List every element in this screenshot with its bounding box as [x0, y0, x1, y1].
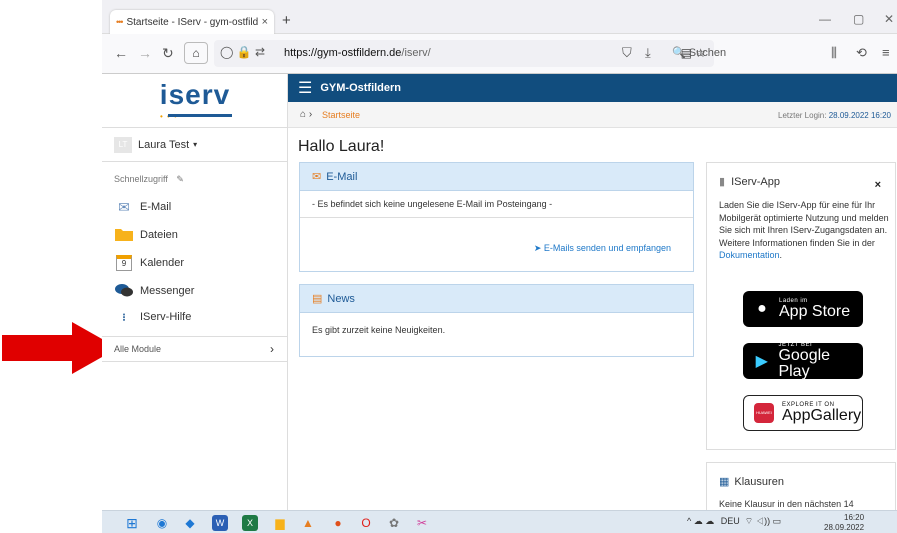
apple-icon: ●	[757, 300, 767, 317]
exams-text: Keine Klausur in den nächsten 14	[719, 499, 854, 509]
browser-tab[interactable]: ••• Startseite - IServ - gym-ostfilde ×	[110, 10, 274, 34]
sidebar-item-help[interactable]: ⁝ IServ-Hilfe	[114, 308, 284, 326]
news-icon: ▤	[312, 293, 323, 305]
news-panel: ▤ News Es gibt zurzeit keine Neuigkeiten…	[299, 284, 694, 357]
annotation-arrow	[2, 322, 118, 374]
forward-icon[interactable]: →	[138, 45, 152, 61]
minimize-icon[interactable]: —	[819, 12, 831, 26]
file-explorer-icon[interactable]: ▆	[272, 515, 288, 531]
mail-icon: ✉	[312, 171, 322, 183]
exams-title: ▦ Klausuren	[719, 476, 784, 488]
calendar-icon: ▦	[719, 476, 730, 488]
shield-lock-icon: ◯ 🔒 ⇄	[220, 45, 266, 59]
iserv-app-box: ▮ IServ-App × Laden Sie die IServ-App für…	[706, 162, 896, 450]
library-icon[interactable]: ⫼	[831, 45, 837, 61]
back-icon[interactable]: ←	[114, 45, 128, 61]
address-bar[interactable]: ◯ 🔒 ⇄ https://gym-ostfildern.de/iserv/ ▤…	[214, 40, 714, 67]
phone-icon: ▮	[719, 176, 726, 188]
calendar-icon: 9	[114, 255, 134, 271]
email-panel: ✉ E-Mail - Es befindet sich keine ungele…	[299, 162, 694, 272]
page-title: Hallo Laura!	[298, 138, 385, 155]
settings-icon[interactable]: ✿	[386, 515, 402, 531]
maximize-icon[interactable]: ▢	[853, 12, 864, 26]
tab-title: Startseite - IServ - gym-ostfilde	[126, 16, 258, 28]
mail-icon: ✉	[118, 198, 130, 215]
sidebar: iserv • • • LT Laura Test ▾ Schnellzugri…	[102, 74, 288, 510]
snipping-tool-icon[interactable]: ✂	[414, 515, 430, 531]
clock[interactable]: 16:20 28.09.2022	[824, 513, 864, 533]
download-icon[interactable]: ⤓	[645, 45, 651, 61]
menu-icon[interactable]: ≡	[882, 45, 890, 60]
send-icon: ➤	[533, 243, 544, 253]
home-icon[interactable]: ⌂	[184, 42, 208, 64]
excel-icon[interactable]: X	[242, 515, 258, 531]
opera-icon[interactable]: O	[358, 515, 374, 531]
pocket-icon[interactable]: ⛉	[622, 45, 632, 61]
windows-taskbar: ⊞ ◉ ◆ W X ▆ ▲ ● O ✿ ✂ ^ ☁ ☁ DEU ⌔ ◁)) ▭ …	[102, 510, 897, 533]
account-icon[interactable]: ⟲	[856, 45, 867, 61]
iserv-favicon-icon: •••	[116, 17, 124, 27]
iserv-app-text: Laden Sie die IServ-App für eine für Ihr…	[719, 200, 889, 260]
browser-navbar: ← → ↻ ⌂ ◯ 🔒 ⇄ https://gym-ostfildern.de/…	[102, 34, 897, 74]
edge-icon[interactable]: ◉	[154, 515, 170, 531]
chevron-right-icon: ›	[270, 342, 274, 356]
user-menu[interactable]: LT Laura Test ▾	[102, 128, 288, 162]
quick-access-header: Schnellzugriff ✎	[114, 174, 184, 184]
sidebar-item-calendar[interactable]: 9 Kalender	[114, 254, 284, 272]
iserv-logo[interactable]: iserv • • •	[102, 74, 288, 128]
search-field[interactable]: 🔍 Suchen	[672, 46, 726, 59]
send-receive-email-link[interactable]: ➤ E-Mails senden und empfangen	[534, 243, 671, 254]
hamburger-menu-icon[interactable]: ☰	[298, 78, 312, 98]
avatar: LT	[114, 136, 132, 153]
system-tray[interactable]: ^ ☁ ☁ DEU ⌔ ◁)) ▭	[687, 516, 781, 527]
user-name: Laura Test	[138, 138, 190, 151]
app-store-button[interactable]: ● Laden im App Store	[743, 291, 863, 327]
close-app-box-button[interactable]: ×	[875, 179, 881, 191]
browser-tabstrip: ••• Startseite - IServ - gym-ostfilde × …	[102, 0, 897, 34]
reload-icon[interactable]: ↻	[162, 45, 174, 62]
school-name: GYM-Ostfildern	[320, 82, 402, 94]
caret-down-icon: ▾	[193, 140, 198, 149]
email-panel-header[interactable]: ✉ E-Mail	[300, 163, 693, 191]
breadcrumb: ⌂ › Startseite Letzter Login: 28.09.2022…	[288, 102, 897, 128]
all-modules-link[interactable]: Alle Module ›	[102, 336, 288, 362]
home-breadcrumb-icon[interactable]: ⌂ ›	[300, 109, 312, 120]
close-tab-button[interactable]: ×	[262, 16, 268, 28]
google-play-icon: ▶	[755, 353, 768, 370]
vlc-icon[interactable]: ▲	[300, 515, 316, 531]
messenger-icon	[114, 283, 134, 300]
close-window-icon[interactable]: ✕	[884, 12, 894, 26]
windows-start-icon[interactable]: ⊞	[124, 515, 140, 531]
teams-icon[interactable]: ◆	[182, 515, 198, 531]
huawei-icon: HUAWEI	[754, 403, 774, 423]
app-header: ☰ GYM-Ostfildern	[288, 74, 897, 102]
word-icon[interactable]: W	[212, 515, 228, 531]
google-play-button[interactable]: ▶ JETZT BEI Google Play	[743, 342, 863, 380]
documentation-link[interactable]: Dokumentation	[719, 250, 780, 260]
news-panel-header[interactable]: ▤ News	[300, 285, 693, 313]
breadcrumb-startseite[interactable]: Startseite	[322, 110, 360, 120]
url-text[interactable]: https://gym-ostfildern.de/iserv/	[284, 47, 431, 59]
pencil-icon[interactable]: ✎	[176, 174, 184, 184]
iserv-app-title: ▮ IServ-App	[719, 176, 780, 188]
help-icon: ⁝	[122, 311, 126, 324]
app-gallery-button[interactable]: HUAWEI EXPLORE IT ON AppGallery	[743, 395, 863, 431]
folder-icon	[114, 227, 134, 244]
sidebar-item-email[interactable]: ✉ E-Mail	[114, 198, 284, 216]
email-panel-message: - Es befindet sich keine ungelesene E-Ma…	[312, 199, 553, 209]
news-panel-message: Es gibt zurzeit keine Neuigkeiten.	[312, 325, 446, 335]
firefox-icon[interactable]: ●	[330, 515, 346, 531]
sidebar-item-files[interactable]: Dateien	[114, 226, 284, 244]
screen: ••• Startseite - IServ - gym-ostfilde × …	[102, 0, 897, 533]
exams-box: ▦ Klausuren Keine Klausur in den nächsten…	[706, 462, 896, 512]
sidebar-item-messenger[interactable]: Messenger	[114, 282, 284, 300]
new-tab-button[interactable]: +	[282, 12, 291, 29]
last-login: Letzter Login: 28.09.2022 16:20	[778, 111, 891, 120]
